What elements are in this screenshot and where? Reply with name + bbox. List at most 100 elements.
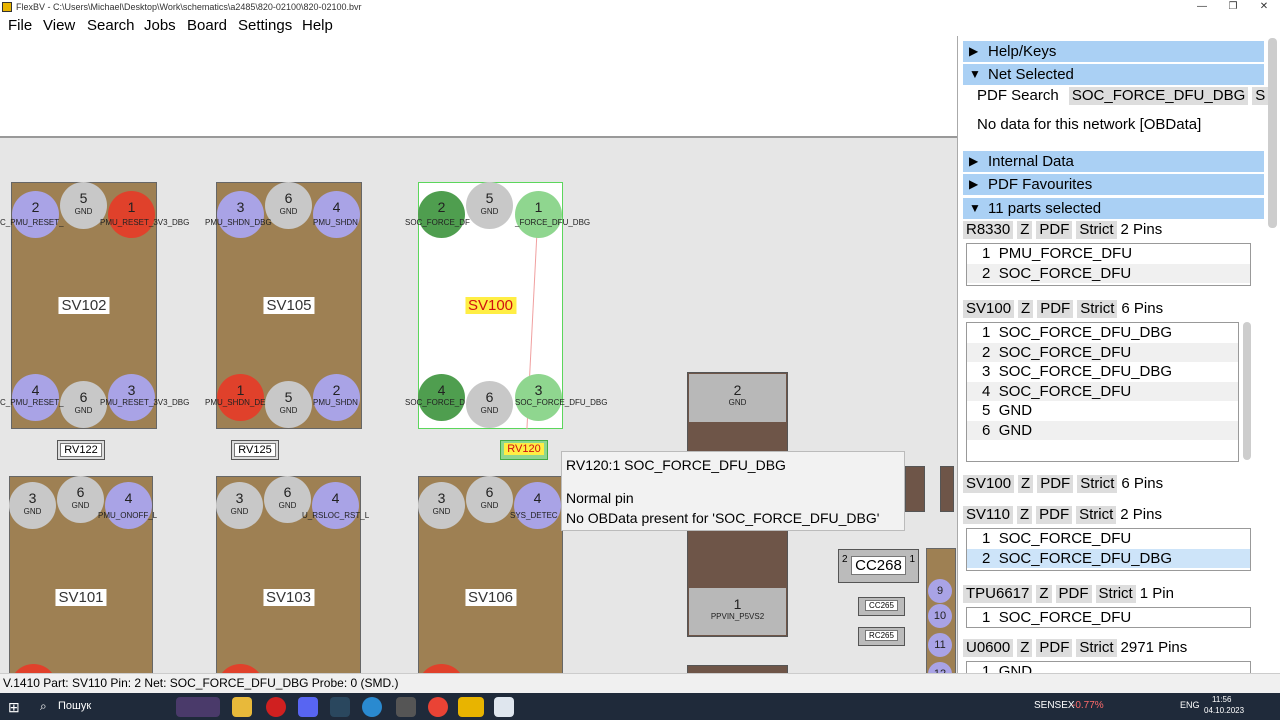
strict-button[interactable]: Strict xyxy=(1095,585,1136,603)
menu-board[interactable]: Board xyxy=(187,17,227,34)
pdf-button[interactable]: PDF xyxy=(1036,639,1073,657)
part-name-chip[interactable]: TPU6617 xyxy=(963,585,1033,603)
part-rv122[interactable]: RV122 xyxy=(57,440,105,460)
list-item[interactable]: 5 GND xyxy=(967,401,1238,421)
pin[interactable]: 4 xyxy=(514,482,561,529)
part-rc265[interactable]: RC265 xyxy=(858,627,905,646)
pin[interactable]: 4 xyxy=(313,191,360,238)
part-rv125[interactable]: RV125 xyxy=(231,440,279,460)
maximize-button[interactable]: ❐ xyxy=(1218,0,1248,15)
pin[interactable]: 9 xyxy=(928,579,952,603)
part-cc265[interactable]: CC265 xyxy=(858,597,905,616)
pin[interactable]: 3 GND xyxy=(418,482,465,529)
list-item[interactable]: 1 SOC_FORCE_DFU xyxy=(967,529,1250,549)
game-icon[interactable] xyxy=(396,697,416,717)
strict-button[interactable]: Strict xyxy=(1077,475,1118,493)
pin[interactable]: 6 GND xyxy=(466,476,513,523)
part-name-chip[interactable]: U0600 xyxy=(963,639,1014,657)
steam-icon[interactable] xyxy=(330,697,350,717)
strict-button[interactable]: Strict xyxy=(1077,300,1118,318)
part-rv120[interactable]: RV120 xyxy=(500,440,548,460)
pin[interactable]: 1 xyxy=(515,191,562,238)
strict-button[interactable]: Strict xyxy=(1076,506,1117,524)
list-item[interactable]: 4 SOC_FORCE_DFU xyxy=(967,381,1238,401)
strict-button[interactable]: Strict xyxy=(1076,639,1117,657)
list-item[interactable]: 1 SOC_FORCE_DFU xyxy=(967,608,1250,627)
list-item[interactable]: 1 SOC_FORCE_DFU_DBG xyxy=(967,323,1238,343)
menu-file[interactable]: File xyxy=(8,17,32,34)
file-explorer-icon[interactable] xyxy=(232,697,252,717)
section-help-keys[interactable]: ▶ Help/Keys xyxy=(963,41,1264,62)
pin[interactable]: 4 xyxy=(312,482,359,529)
app-icon[interactable] xyxy=(494,697,514,717)
section-internal-data[interactable]: ▶ Internal Data xyxy=(963,151,1264,172)
list-item[interactable]: 2 SOC_FORCE_DFU xyxy=(967,342,1238,362)
list-item[interactable]: 6 GND xyxy=(967,420,1238,440)
list-item[interactable]: 1 PMU_FORCE_DFU xyxy=(967,244,1250,264)
pin[interactable]: 6 GND xyxy=(265,182,312,229)
language-indicator[interactable]: ENG xyxy=(1180,700,1200,710)
pin[interactable]: 5 GND xyxy=(466,182,513,229)
menu-view[interactable]: View xyxy=(43,17,75,34)
menu-search[interactable]: Search xyxy=(87,17,135,34)
part-cc268[interactable]: 2 CC268 1 xyxy=(838,549,919,583)
pin[interactable]: 3 xyxy=(217,191,264,238)
clock-date[interactable]: 04.10.2023 xyxy=(1204,706,1244,715)
section-net-selected[interactable]: ▼ Net Selected xyxy=(963,64,1264,85)
pad[interactable]: 1 PPVIN_P5VS2 xyxy=(689,588,786,635)
section-pdf-favourites[interactable]: ▶ PDF Favourites xyxy=(963,174,1264,195)
board-view[interactable]: SV102 2 5 GND 1 C_PMU_RESET_ PMU_RESET_3V… xyxy=(0,136,957,673)
zoom-button[interactable]: Z xyxy=(1018,475,1034,493)
section-parts-selected[interactable]: ▼ 11 parts selected xyxy=(963,198,1264,219)
pdf-button[interactable]: PDF xyxy=(1036,506,1073,524)
part-small[interactable] xyxy=(905,466,925,512)
part-partial[interactable] xyxy=(687,665,788,673)
pin[interactable]: 3 GND xyxy=(216,482,263,529)
list-item-selected[interactable]: 2 SOC_FORCE_DFU_DBG xyxy=(967,548,1250,568)
flexbv-icon[interactable] xyxy=(458,697,484,717)
taskbar-search-label[interactable]: Пошук xyxy=(58,700,91,712)
pdf-search-net-button[interactable]: SOC_FORCE_DFU_DBG xyxy=(1068,87,1249,105)
zoom-button[interactable]: Z xyxy=(1017,221,1033,239)
menu-settings[interactable]: Settings xyxy=(238,17,292,34)
clock-time[interactable]: 11:56 xyxy=(1212,695,1231,704)
zoom-button[interactable]: Z xyxy=(1017,639,1033,657)
pin[interactable]: 2 xyxy=(12,191,59,238)
menu-jobs[interactable]: Jobs xyxy=(144,17,176,34)
windows-start-icon[interactable]: ⊞ xyxy=(8,699,20,716)
search-icon[interactable]: ⌕ xyxy=(40,699,47,714)
board-canvas[interactable]: SV102 2 5 GND 1 C_PMU_RESET_ PMU_RESET_3V… xyxy=(0,36,957,673)
part-name-chip[interactable]: SV100 xyxy=(963,475,1015,493)
part-name-chip[interactable]: R8330 xyxy=(963,221,1014,239)
menu-help[interactable]: Help xyxy=(302,17,333,34)
zoom-button[interactable]: Z xyxy=(1018,300,1034,318)
pin[interactable]: 1 xyxy=(108,191,155,238)
pdf-search-more-button[interactable]: S xyxy=(1252,87,1269,105)
part-name-chip[interactable]: SV110 xyxy=(963,506,1013,524)
pin[interactable]: 2 xyxy=(418,191,465,238)
list-scrollbar[interactable] xyxy=(1243,322,1251,460)
strict-button[interactable]: Strict xyxy=(1076,221,1117,239)
pin[interactable]: 5 GND xyxy=(265,381,312,428)
pin[interactable]: 6 GND xyxy=(466,381,513,428)
list-item[interactable]: 2 SOC_FORCE_DFU xyxy=(967,263,1250,283)
chrome-icon[interactable] xyxy=(428,697,448,717)
news-icon[interactable] xyxy=(176,697,220,717)
pin[interactable]: 10 xyxy=(928,604,952,628)
zoom-button[interactable]: Z xyxy=(1016,506,1033,524)
zoom-button[interactable]: Z xyxy=(1036,585,1052,603)
discord-icon[interactable] xyxy=(298,697,318,717)
pdf-button[interactable]: PDF xyxy=(1055,585,1092,603)
opera-icon[interactable] xyxy=(266,697,286,717)
list-item[interactable]: 3 SOC_FORCE_DFU_DBG xyxy=(967,362,1238,382)
pin[interactable]: 11 xyxy=(928,633,952,657)
pad[interactable]: 2 GND xyxy=(689,374,786,422)
part-small[interactable] xyxy=(940,466,954,512)
pin[interactable]: 4 xyxy=(105,482,152,529)
close-button[interactable]: ✕ xyxy=(1249,0,1279,15)
pdf-button[interactable]: PDF xyxy=(1036,221,1073,239)
panel-scrollbar[interactable] xyxy=(1268,38,1277,228)
pin[interactable]: 3 GND xyxy=(9,482,56,529)
list-item[interactable]: 1 GND xyxy=(967,662,1250,673)
browser-icon[interactable] xyxy=(362,697,382,717)
